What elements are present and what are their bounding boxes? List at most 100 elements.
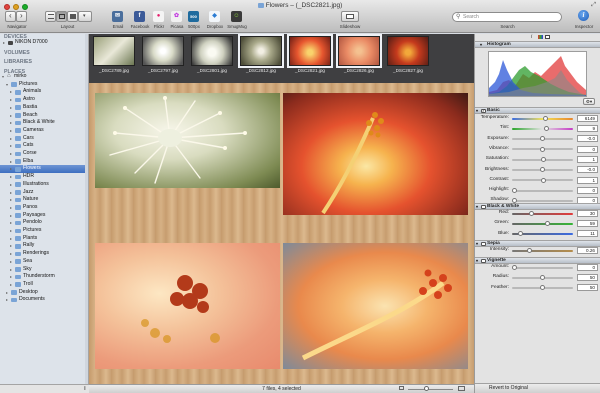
sidebar-item-folder[interactable]: ▸ Nature <box>0 196 88 204</box>
image-tab-icon[interactable] <box>545 35 550 39</box>
slider-knob[interactable] <box>540 275 545 281</box>
slider-track[interactable] <box>512 199 573 202</box>
sidebar-item-documents[interactable]: ▸ Documents <box>0 296 88 304</box>
slider-value-field[interactable]: 0 <box>577 263 598 271</box>
forward-button[interactable]: › <box>16 11 27 22</box>
slider-value-field[interactable]: 50 <box>577 284 598 292</box>
facebook-icon[interactable]: f <box>134 11 145 22</box>
sidebar-item-folder[interactable]: ▸ Renderings <box>0 250 88 258</box>
slider-value-field[interactable]: -0.0 <box>577 166 598 174</box>
sidebar-item-folder[interactable]: ▸ Jazz <box>0 189 88 197</box>
layout-grid-button[interactable] <box>56 11 67 22</box>
histogram-header[interactable]: ▾ Histogram <box>475 41 600 48</box>
sidebar-item-folder[interactable]: ▸ Thunderstorm <box>0 273 88 281</box>
slider-value-field[interactable]: 30 <box>577 209 598 217</box>
slider-knob[interactable] <box>528 210 534 216</box>
photo-tile[interactable] <box>95 93 280 188</box>
sidebar-item-folder[interactable]: ▸ Sea <box>0 258 88 266</box>
sidebar-item-folder[interactable]: ▸ Animals <box>0 88 88 96</box>
500px-icon[interactable]: 500 <box>188 11 199 22</box>
flickr-icon[interactable]: ● <box>153 11 164 22</box>
histogram-options-button[interactable]: ⚙▾ <box>583 98 595 105</box>
info-icon[interactable]: i <box>578 10 589 21</box>
basic-checkbox[interactable]: ✓ <box>481 108 486 114</box>
sidebar-item-folder[interactable]: ▸ Plants <box>0 235 88 243</box>
fullscreen-icon[interactable]: ⤢ <box>591 2 596 9</box>
slider-value-field[interactable]: 0.26 <box>577 246 598 254</box>
sidebar-item-folder[interactable]: ▸ Paysages <box>0 212 88 220</box>
photo-tile[interactable] <box>95 243 280 369</box>
slider-knob[interactable] <box>540 156 546 162</box>
search-input[interactable]: ⚲ Search <box>452 12 562 22</box>
zoom-slider-knob[interactable] <box>424 386 429 391</box>
sidebar-item-folder[interactable]: ▸ Astro <box>0 96 88 104</box>
thumbnail[interactable] <box>387 36 429 66</box>
slider-value-field[interactable]: 50 <box>577 274 598 282</box>
slider-value-field[interactable]: 1 <box>577 176 598 184</box>
dropbox-icon[interactable]: ◆ <box>209 11 220 22</box>
slider-knob[interactable] <box>543 126 549 132</box>
sidebar-item-folder[interactable]: ▸ Illustrations <box>0 181 88 189</box>
slider-track[interactable] <box>512 127 573 130</box>
sidebar-item-user[interactable]: ▾ ⌂ mirko <box>0 73 88 81</box>
palette-tab-icon[interactable] <box>538 35 543 39</box>
back-button[interactable]: ‹ <box>5 11 16 22</box>
sidebar-item-folder[interactable]: ▸ Panos <box>0 204 88 212</box>
picasa-icon[interactable]: ✿ <box>171 11 182 22</box>
thumbnail[interactable] <box>336 34 382 68</box>
sidebar-item-folder[interactable]: ▸ Sky <box>0 266 88 274</box>
layout-strip-button[interactable] <box>67 11 78 22</box>
slideshow-button[interactable] <box>341 11 359 22</box>
slider-value-field[interactable]: 1 <box>577 155 598 163</box>
sidebar-item-pictures[interactable]: ▾ Pictures <box>0 81 88 89</box>
slider-knob[interactable] <box>540 136 545 142</box>
slider-value-field[interactable]: 59 <box>577 220 598 228</box>
info-tab-icon[interactable]: i <box>531 34 532 40</box>
layout-list-button[interactable] <box>45 11 56 22</box>
slider-knob[interactable] <box>518 231 524 237</box>
sidebar-item-folder[interactable]: ▸ Troll <box>0 281 88 289</box>
zoom-out-icon[interactable] <box>399 386 404 390</box>
sidebar-item-folder[interactable]: ▸ Bastia <box>0 104 88 112</box>
slider-value-field[interactable]: 0 <box>577 186 598 194</box>
sidebar-resize-handle[interactable]: ⦀ <box>84 386 86 392</box>
slider-knob[interactable] <box>526 247 532 253</box>
slider-value-field[interactable]: -0.0 <box>577 135 598 143</box>
slider-value-field[interactable]: 6149 <box>577 114 598 122</box>
slider-value-field[interactable]: 11 <box>577 230 598 238</box>
sidebar-item-folder[interactable]: ▸ Flowers <box>0 165 88 174</box>
sidebar-item-folder[interactable]: ▸ Cats <box>0 142 88 150</box>
email-icon[interactable]: ✉ <box>112 11 123 22</box>
slider-track[interactable] <box>512 189 573 192</box>
sidebar-item-folder[interactable]: ▸ Pictures <box>0 227 88 235</box>
sidebar-item-folder[interactable]: ▸ Elba <box>0 158 88 166</box>
slider-knob[interactable] <box>545 221 551 227</box>
zoom-slider[interactable] <box>408 388 453 390</box>
slider-track[interactable] <box>512 266 573 269</box>
slider-track[interactable] <box>512 222 573 225</box>
slider-value-field[interactable]: 9 <box>577 125 598 133</box>
slider-knob[interactable] <box>542 115 548 121</box>
slider-track[interactable] <box>512 212 573 215</box>
sidebar-item-folder[interactable]: ▸ Beach <box>0 112 88 120</box>
slider-knob[interactable] <box>540 285 545 291</box>
sidebar-scrollbar[interactable] <box>85 34 88 384</box>
sidebar-item-folder[interactable]: ▸ Corse <box>0 150 88 158</box>
slider-knob[interactable] <box>512 187 517 193</box>
photo-tile[interactable] <box>283 93 468 215</box>
slider-track[interactable] <box>512 249 573 252</box>
sidebar-item-desktop[interactable]: ▸ Desktop <box>0 289 88 297</box>
thumbnail[interactable] <box>93 36 135 66</box>
basic-header[interactable]: ▾ ✓ Basic <box>475 107 600 114</box>
thumbnail[interactable] <box>287 34 333 68</box>
thumbnail[interactable] <box>191 36 233 66</box>
thumbnail[interactable] <box>238 34 284 68</box>
sidebar-item-nikon[interactable]: ▸ NIKON D7000 <box>0 39 88 47</box>
sidebar-item-folder[interactable]: ▸ Cameras <box>0 127 88 135</box>
thumbnail[interactable] <box>142 36 184 66</box>
slider-knob[interactable] <box>540 167 545 173</box>
slider-knob[interactable] <box>540 146 545 152</box>
sidebar-item-folder[interactable]: ▸ Pendolo <box>0 219 88 227</box>
sidebar-item-folder[interactable]: ▸ Cars <box>0 135 88 143</box>
smugmug-icon[interactable]: ☺ <box>231 11 242 22</box>
